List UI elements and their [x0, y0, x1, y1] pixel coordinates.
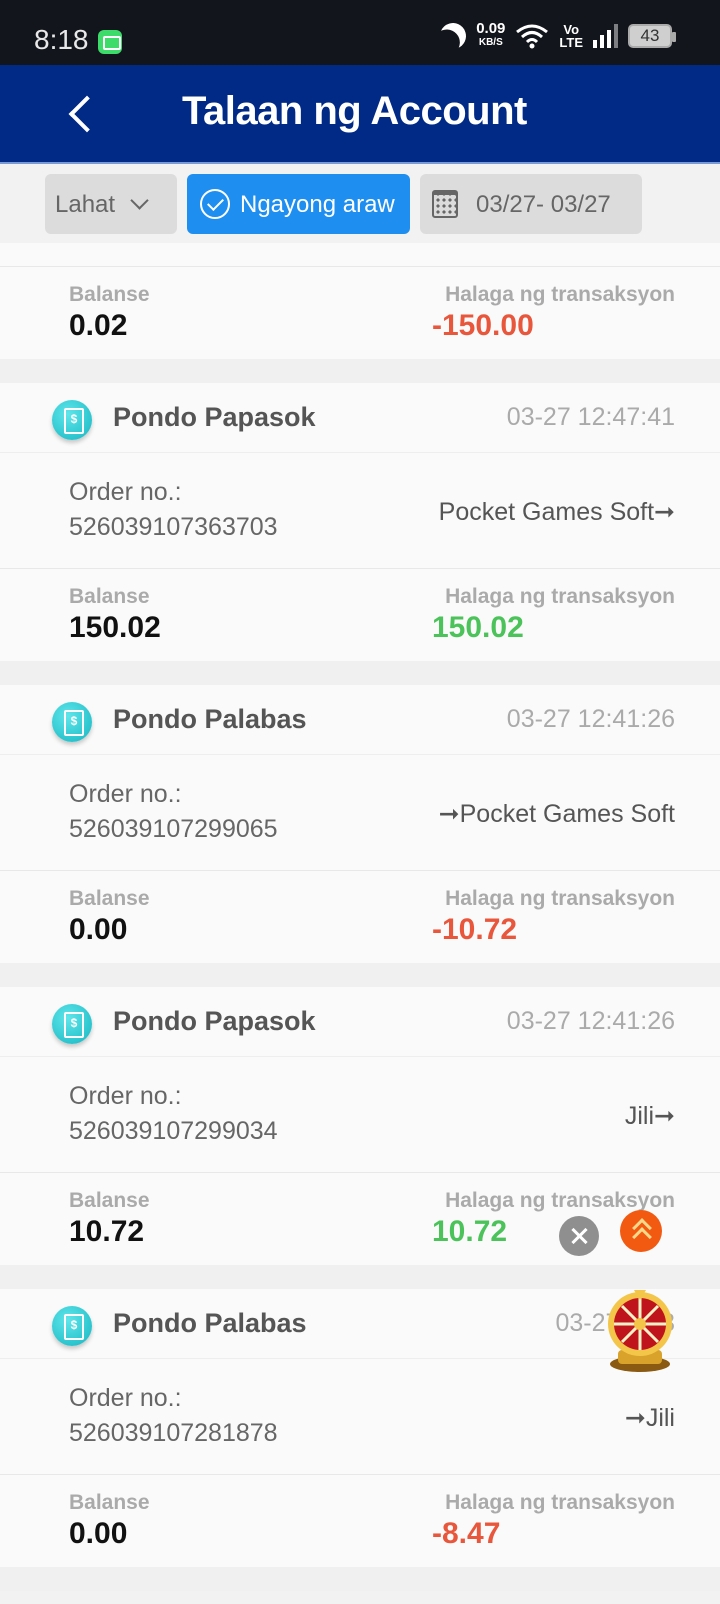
type-filter-label: Lahat — [55, 191, 116, 218]
record-footer: Balanse Halaga ng transaksyon 0.00 -10.7… — [0, 871, 720, 963]
balance-value: 0.02 — [69, 309, 128, 342]
provider-name: ➞Pocket Games Soft — [438, 800, 675, 828]
amount-label: Halaga ng transaksyon — [445, 283, 675, 306]
order-no-label: Order no.: — [69, 478, 182, 506]
balance-value: 10.72 — [69, 1215, 145, 1248]
receipt-icon — [52, 1306, 92, 1346]
record-header: Pondo Palabas 03-27 12:41:26 — [0, 685, 720, 755]
record-footer: Balanse Halaga ng transaksyon 0.00 -8.47 — [0, 1475, 720, 1567]
record-footer: Balanse Halaga ng transaksyon 150.02 150… — [0, 569, 720, 661]
transaction-record[interactable]: Pondo Papasok 03-27 12:41:26 Order no.: … — [0, 987, 720, 1265]
record-type: Pondo Palabas — [113, 1308, 307, 1338]
amount-label: Halaga ng transaksyon — [445, 887, 675, 910]
receipt-icon — [52, 1004, 92, 1044]
order-no-value: 526039107299034 — [69, 1117, 278, 1145]
record-type: Pondo Papasok — [113, 402, 316, 432]
receipt-icon — [52, 400, 92, 440]
amount-value: 150.02 — [432, 611, 524, 644]
balance-label: Balanse — [69, 1491, 150, 1514]
provider-name: Jili➞ — [624, 1102, 675, 1130]
filter-bar: Lahat Ngayong araw 03/27- 03/27 — [0, 165, 720, 243]
back-button[interactable] — [60, 85, 110, 141]
status-indicators: 0.09 KB/S Vo LTE 43 — [437, 19, 676, 52]
scroll-to-top-button[interactable] — [620, 1210, 662, 1252]
partial-record-top — [0, 243, 720, 267]
provider-name: ➞Jili — [624, 1404, 675, 1432]
close-floating-button[interactable] — [559, 1216, 599, 1256]
amount-label: Halaga ng transaksyon — [445, 1491, 675, 1514]
calendar-icon — [432, 190, 458, 218]
amount-value: -10.72 — [432, 913, 518, 946]
wifi-icon — [516, 24, 549, 49]
record-time: 03-27 12:41:26 — [506, 1007, 675, 1035]
check-circle-icon — [200, 189, 230, 219]
amount-label: Halaga ng transaksyon — [445, 585, 675, 608]
network-speed-unit: KB/S — [478, 37, 503, 48]
today-filter-button[interactable]: Ngayong araw — [187, 174, 410, 234]
status-bar: 8:18 0.09 KB/S Vo LTE 43 — [0, 0, 720, 65]
partial-record-footer: Balanse Halaga ng transaksyon 0.02 -150.… — [0, 267, 720, 359]
order-no-value: 526039107281878 — [69, 1419, 278, 1447]
page-title: Talaan ng Account — [182, 89, 527, 133]
order-no-value: 526039107299065 — [69, 815, 278, 843]
balance-value: 0.00 — [69, 913, 128, 946]
today-filter-label: Ngayong araw — [240, 191, 395, 218]
lucky-wheel-icon[interactable] — [604, 1288, 676, 1374]
provider-name: Pocket Games Soft➞ — [438, 498, 675, 526]
record-footer: Balanse Halaga ng transaksyon 10.72 10.7… — [0, 1173, 720, 1265]
type-filter-dropdown[interactable]: Lahat — [45, 174, 177, 234]
record-details: Order no.: 526039107363703 Pocket Games … — [0, 453, 720, 569]
record-details: Order no.: 526039107299034 Jili➞ — [0, 1057, 720, 1173]
separator — [0, 1265, 720, 1289]
transaction-list[interactable]: Balanse Halaga ng transaksyon 0.02 -150.… — [0, 243, 720, 1604]
order-no-label: Order no.: — [69, 780, 182, 808]
amount-value: 10.72 — [432, 1215, 508, 1248]
records-container: Pondo Papasok 03-27 12:47:41 Order no.: … — [0, 383, 720, 1591]
volte-bottom: LTE — [559, 35, 583, 50]
amount-value: -8.47 — [432, 1517, 501, 1550]
record-details: Order no.: 526039107281878 ➞Jili — [0, 1359, 720, 1475]
volte-icon: Vo LTE — [559, 23, 583, 49]
transaction-record[interactable]: Pondo Papasok 03-27 12:47:41 Order no.: … — [0, 383, 720, 661]
record-header: Pondo Papasok 03-27 12:41:26 — [0, 987, 720, 1057]
balance-value: 150.02 — [69, 611, 161, 644]
receipt-icon — [52, 702, 92, 742]
record-time: 03-27 12:41:26 — [506, 705, 675, 733]
record-type: Pondo Palabas — [113, 704, 307, 734]
battery-icon: 43 — [628, 24, 676, 48]
do-not-disturb-icon — [437, 19, 470, 52]
transaction-record[interactable]: Pondo Palabas 03-27 12:41:26 Order no.: … — [0, 685, 720, 963]
order-no-value: 526039107363703 — [69, 513, 278, 541]
status-time: 8:18 — [34, 24, 89, 55]
balance-label: Balanse — [69, 585, 150, 608]
app-header: Talaan ng Account — [0, 65, 720, 164]
balance-label: Balanse — [69, 283, 150, 306]
date-range-label: 03/27- 03/27 — [476, 191, 611, 218]
separator — [0, 661, 720, 685]
record-header: Pondo Papasok 03-27 12:47:41 — [0, 383, 720, 453]
amount-value: -150.00 — [432, 309, 534, 342]
order-no-label: Order no.: — [69, 1384, 182, 1412]
separator — [0, 1567, 720, 1591]
record-time: 03-27 12:47:41 — [506, 403, 675, 431]
record-details: Order no.: 526039107299065 ➞Pocket Games… — [0, 755, 720, 871]
order-no-label: Order no.: — [69, 1082, 182, 1110]
balance-label: Balanse — [69, 887, 150, 910]
network-speed-value: 0.09 — [476, 20, 506, 37]
balance-value: 0.00 — [69, 1517, 128, 1550]
network-speed: 0.09 KB/S — [476, 20, 506, 50]
date-range-picker[interactable]: 03/27- 03/27 — [420, 174, 642, 234]
separator — [0, 963, 720, 987]
signal-icon — [593, 24, 618, 48]
separator — [0, 359, 720, 383]
record-type: Pondo Papasok — [113, 1006, 316, 1036]
message-notification-icon — [98, 30, 122, 54]
chevron-down-icon — [130, 191, 149, 210]
balance-label: Balanse — [69, 1189, 150, 1212]
